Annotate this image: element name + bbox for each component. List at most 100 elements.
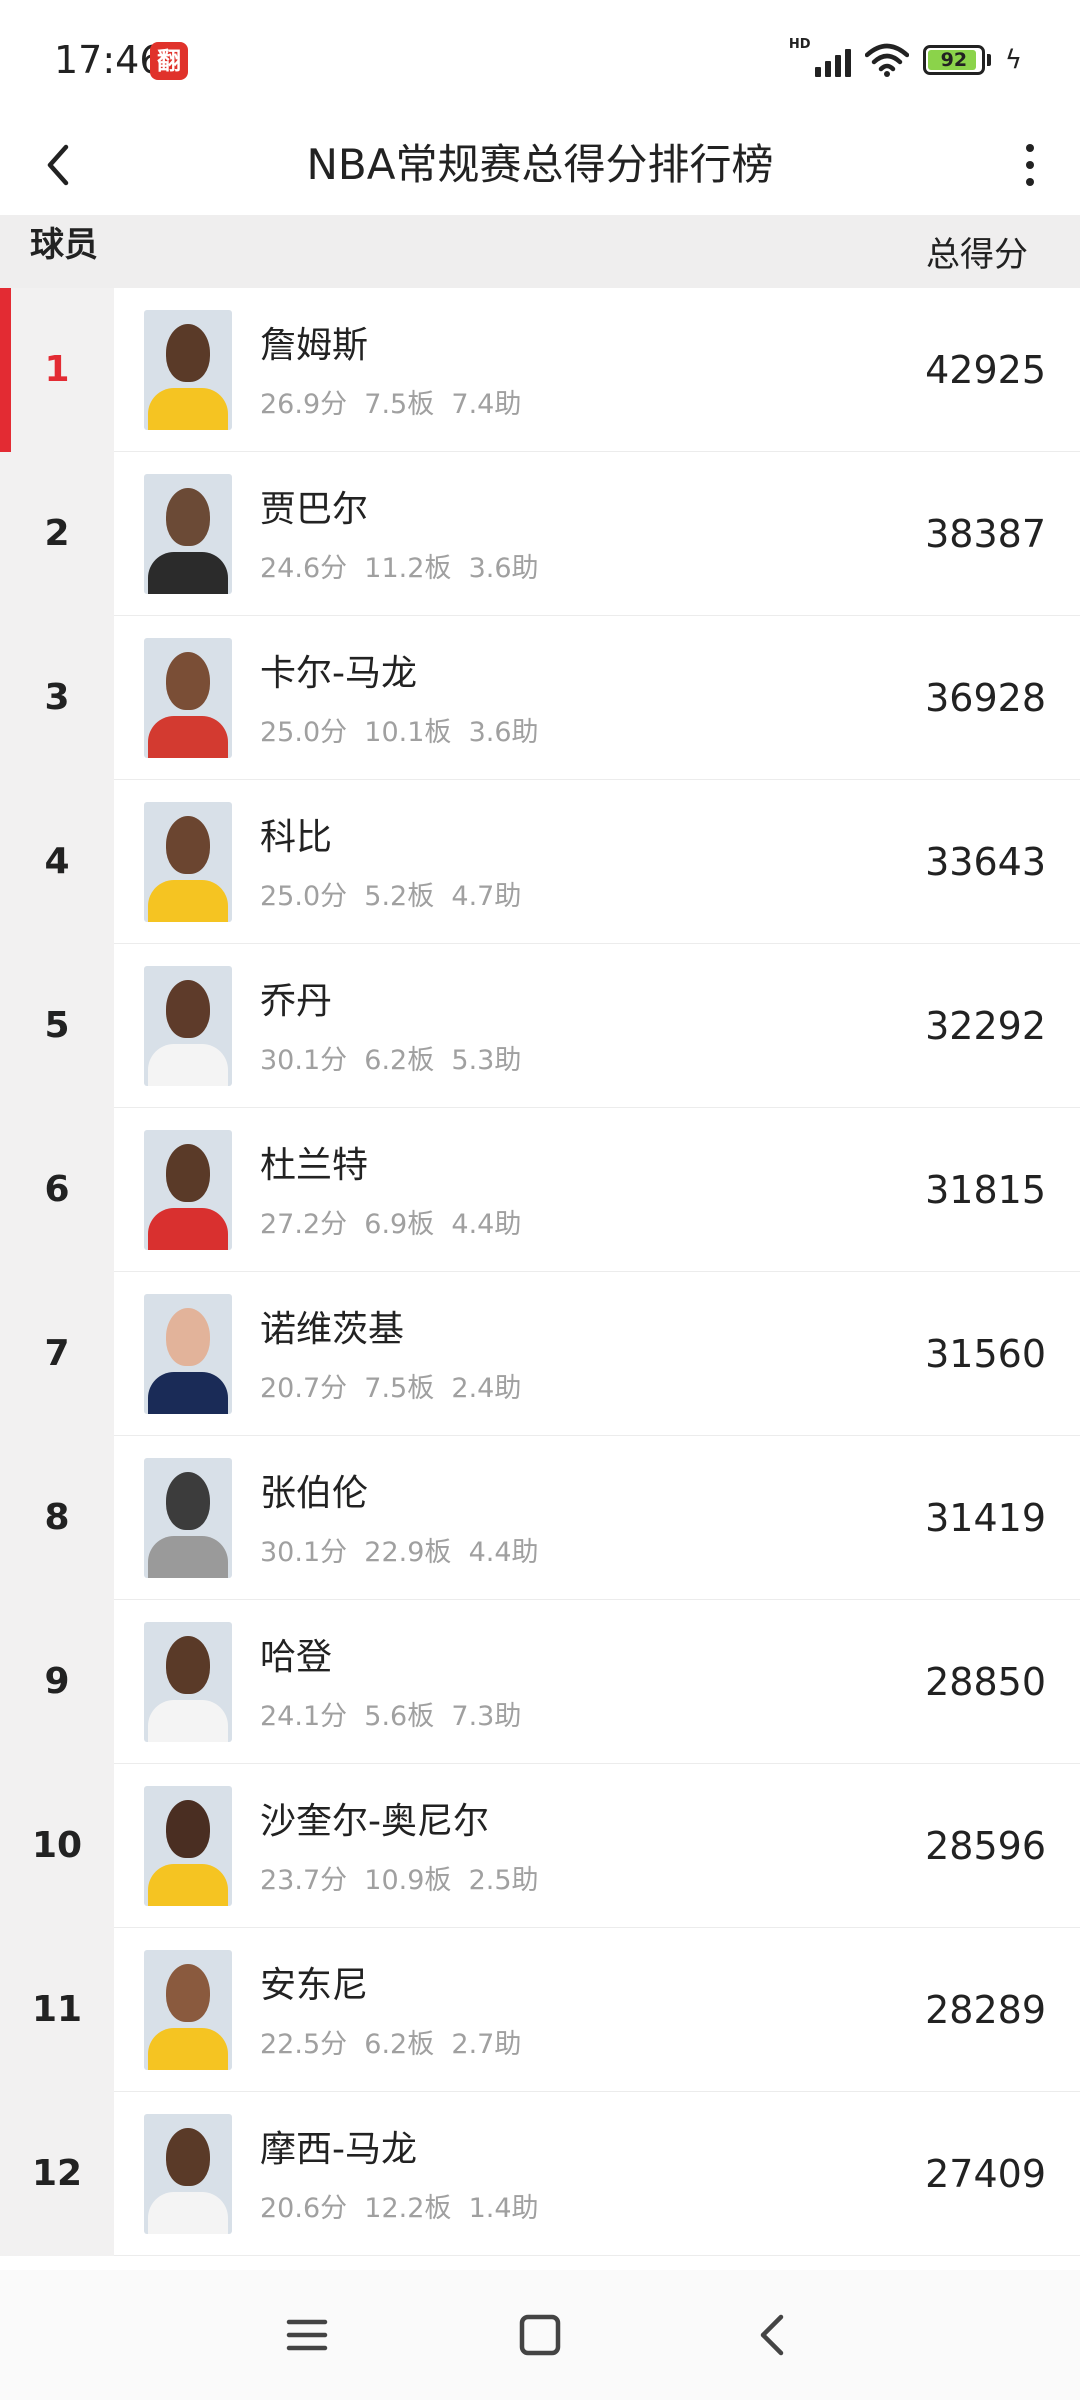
player-avatar <box>144 1622 232 1742</box>
face-shape <box>166 1472 210 1530</box>
total-score: 27409 <box>925 2152 1046 2196</box>
total-score: 38387 <box>925 512 1046 556</box>
player-stats: 27.2分 6.9板 4.4助 <box>260 1209 522 1240</box>
rank-number: 3 <box>44 677 70 718</box>
rank-cell: 4 <box>0 780 114 944</box>
more-dot-icon <box>1026 144 1034 152</box>
rank-number: 2 <box>44 513 70 554</box>
table-header: 球员 总得分 <box>0 215 1080 288</box>
status-bar: 17:46 翻 HD 92 ϟ <box>0 0 1080 115</box>
player-stats: 20.6分 12.2板 1.4助 <box>260 2193 539 2224</box>
rank-number: 5 <box>44 1005 70 1046</box>
player-row[interactable]: 11 安东尼 22.5分 6.2板 2.7助 28289 <box>0 1928 1080 2092</box>
player-stats: 25.0分 5.2板 4.7助 <box>260 881 522 912</box>
cellular-signal-icon: HD <box>789 37 851 77</box>
rank-number: 7 <box>44 1333 70 1374</box>
jersey-shape <box>148 552 228 594</box>
jersey-shape <box>148 1208 228 1250</box>
rank-number: 6 <box>44 1169 70 1210</box>
more-dot-icon <box>1026 161 1034 169</box>
rank-cell: 6 <box>0 1108 114 1272</box>
rank-number: 4 <box>44 841 70 882</box>
player-avatar <box>144 310 232 430</box>
player-stats: 24.6分 11.2板 3.6助 <box>260 553 539 584</box>
player-row[interactable]: 9 哈登 24.1分 5.6板 7.3助 28850 <box>0 1600 1080 1764</box>
system-back-button[interactable] <box>748 2310 798 2360</box>
rank-cell: 12 <box>0 2092 114 2256</box>
total-score: 28596 <box>925 1824 1046 1868</box>
menu-button[interactable] <box>282 2310 332 2360</box>
player-row[interactable]: 10 沙奎尔-奥尼尔 23.7分 10.9板 2.5助 28596 <box>0 1764 1080 1928</box>
face-shape <box>166 1636 210 1694</box>
total-score: 32292 <box>925 1004 1046 1048</box>
rank-number: 8 <box>44 1497 70 1538</box>
player-row[interactable]: 1 詹姆斯 26.9分 7.5板 7.4助 42925 <box>0 288 1080 452</box>
home-button[interactable] <box>515 2310 565 2360</box>
rank-number: 11 <box>31 1989 83 2030</box>
jersey-shape <box>148 388 228 430</box>
player-row[interactable]: 2 贾巴尔 24.6分 11.2板 3.6助 38387 <box>0 452 1080 616</box>
rank-cell: 9 <box>0 1600 114 1764</box>
player-row[interactable]: 12 摩西-马龙 20.6分 12.2板 1.4助 27409 <box>0 2092 1080 2256</box>
player-avatar <box>144 2114 232 2234</box>
player-stats: 30.1分 6.2板 5.3助 <box>260 1045 522 1076</box>
menu-icon <box>286 2319 328 2351</box>
player-name: 贾巴尔 <box>260 489 369 530</box>
more-options-button[interactable] <box>1000 130 1060 200</box>
player-name: 科比 <box>260 817 333 858</box>
jersey-shape <box>148 1372 228 1414</box>
player-avatar <box>144 802 232 922</box>
rank-cell: 8 <box>0 1436 114 1600</box>
player-name: 摩西-马龙 <box>260 2129 417 2170</box>
hd-label: HD <box>788 37 811 52</box>
page-title: NBA常规赛总得分排行榜 <box>306 140 774 189</box>
player-stats: 25.0分 10.1板 3.6助 <box>260 717 539 748</box>
jersey-shape <box>148 716 228 758</box>
battery-icon: 92 <box>922 45 985 75</box>
player-stats: 22.5分 6.2板 2.7助 <box>260 2029 522 2060</box>
face-shape <box>166 1964 210 2022</box>
rank-number: 10 <box>31 1825 83 1866</box>
wifi-icon <box>864 43 909 77</box>
face-shape <box>166 1800 210 1858</box>
player-name: 哈登 <box>260 1637 333 1678</box>
player-row[interactable]: 6 杜兰特 27.2分 6.9板 4.4助 31815 <box>0 1108 1080 1272</box>
jersey-shape <box>148 1536 228 1578</box>
rank-cell: 5 <box>0 944 114 1108</box>
charging-icon: ϟ <box>1004 45 1022 75</box>
player-row[interactable]: 5 乔丹 30.1分 6.2板 5.3助 32292 <box>0 944 1080 1108</box>
player-name: 张伯伦 <box>260 1473 369 1514</box>
battery-level: 92 <box>940 49 968 71</box>
jersey-shape <box>148 2028 228 2070</box>
score-column-header: 总得分 <box>926 235 1028 275</box>
player-row[interactable]: 8 张伯伦 30.1分 22.9板 4.4助 31419 <box>0 1436 1080 1600</box>
total-score: 42925 <box>925 348 1046 392</box>
player-stats: 30.1分 22.9板 4.4助 <box>260 1537 539 1568</box>
player-avatar <box>144 1294 232 1414</box>
player-stats: 24.1分 5.6板 7.3助 <box>260 1701 522 1732</box>
rank-cell: 11 <box>0 1928 114 2092</box>
face-shape <box>166 652 210 710</box>
face-shape <box>166 324 210 382</box>
player-name: 安东尼 <box>260 1965 369 2006</box>
player-avatar <box>144 638 232 758</box>
status-icons: HD 92 ϟ <box>789 37 1022 80</box>
total-score: 31419 <box>925 1496 1046 1540</box>
player-avatar <box>144 1950 232 2070</box>
back-triangle-icon <box>760 2314 784 2356</box>
total-score: 28289 <box>925 1988 1046 2032</box>
top-nav-bar: NBA常规赛总得分排行榜 <box>0 115 1080 215</box>
player-name: 诺维茨基 <box>260 1309 405 1350</box>
rank-cell: 3 <box>0 616 114 780</box>
player-stats: 20.7分 7.5板 2.4助 <box>260 1373 522 1404</box>
face-shape <box>166 488 210 546</box>
player-row[interactable]: 3 卡尔-马龙 25.0分 10.1板 3.6助 36928 <box>0 616 1080 780</box>
more-dot-icon <box>1026 178 1034 186</box>
player-stats: 23.7分 10.9板 2.5助 <box>260 1865 539 1896</box>
home-square-icon <box>519 2314 561 2356</box>
face-shape <box>166 1308 210 1366</box>
player-row[interactable]: 7 诺维茨基 20.7分 7.5板 2.4助 31560 <box>0 1272 1080 1436</box>
player-row[interactable]: 4 科比 25.0分 5.2板 4.7助 33643 <box>0 780 1080 944</box>
ranking-list: 1 詹姆斯 26.9分 7.5板 7.4助 42925 2 贾巴尔 24.6分 … <box>0 288 1080 2256</box>
face-shape <box>166 2128 210 2186</box>
